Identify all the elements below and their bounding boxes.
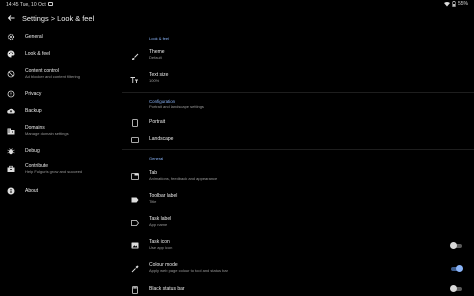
pref-task-icon[interactable]: Task icon Use app icon [122, 239, 474, 257]
bug-icon [7, 147, 15, 155]
sidebar-item-look-and-feel[interactable]: Look & feel [0, 47, 120, 63]
section-divider [122, 149, 474, 150]
label-icon [130, 195, 139, 204]
pref-title: Landscape [149, 136, 174, 142]
section-divider [122, 92, 474, 93]
pref-summary: App name [149, 222, 168, 227]
sidebar-item-backup[interactable]: Backup [0, 104, 120, 120]
toggle-thumb [450, 285, 457, 292]
wifi-icon [443, 1, 450, 6]
pref-summary: Title [149, 199, 157, 204]
pref-summary: Default [149, 55, 162, 60]
sidebar-item-subtitle: Manage domain settings [25, 131, 69, 136]
sidebar-item-label: Debug [25, 148, 40, 154]
pref-title: Black status bar [149, 286, 185, 292]
sidebar-item-label: About [25, 188, 39, 194]
colour-mode-toggle[interactable] [450, 265, 463, 272]
domain-icon [7, 127, 15, 135]
pref-tab[interactable]: Tab Animations, feedback and appearance [122, 170, 474, 188]
palette-icon [7, 50, 15, 58]
pref-portrait[interactable]: Portrait [122, 117, 474, 135]
toggle-thumb [456, 265, 463, 272]
task-icon-toggle[interactable] [450, 242, 463, 249]
block-icon [7, 70, 15, 78]
pref-colour-mode[interactable]: Colour mode Apply web page colour to too… [122, 262, 474, 280]
text-size-icon [130, 75, 139, 84]
sidebar-item-subtitle: Ad blocker and content filtering [25, 74, 80, 79]
phone-icon [130, 285, 139, 294]
sidebar-item-subtitle: Help Fulguris grow and succeed [25, 169, 83, 174]
app-bar: Settings > Look & feel [0, 10, 474, 28]
sidebar-item-about[interactable]: About [0, 184, 120, 200]
status-right: 55% [443, 1, 468, 7]
pref-theme[interactable]: Theme Default [122, 49, 474, 67]
gallery-notification-icon [48, 2, 53, 6]
landscape-icon [130, 135, 139, 144]
label-outline-icon [130, 218, 139, 227]
brush-icon [130, 52, 139, 61]
toggle-thumb [450, 242, 457, 249]
colorize-icon [130, 264, 139, 273]
pref-summary: 100% [149, 78, 160, 83]
section-header-look-and-feel: Look & feel [149, 36, 170, 41]
pref-toolbar-label[interactable]: Toolbar label Title [122, 193, 474, 211]
pref-summary: Portrait and landscape settings [149, 104, 204, 109]
sidebar-item-debug[interactable]: Debug [0, 144, 120, 160]
portrait-icon [130, 118, 139, 127]
section-header-general: General [149, 156, 164, 161]
pref-task-label[interactable]: Task label App name [122, 216, 474, 234]
pref-summary: Apply web page colour to tool and status… [149, 268, 228, 273]
status-time: 14:45 Tue, 10 Oct [6, 2, 46, 8]
sidebar-item-domains[interactable]: Domains Manage domain settings [0, 123, 120, 141]
back-button[interactable] [6, 12, 16, 24]
tab-icon [130, 172, 139, 181]
pref-summary: Use app icon [149, 245, 173, 250]
sidebar-item-label: Privacy [25, 91, 42, 97]
arrow-back-icon [7, 15, 15, 21]
info-icon [7, 187, 15, 195]
sidebar-item-privacy[interactable]: Privacy [0, 87, 120, 103]
sidebar-item-contribute[interactable]: Contribute Help Fulguris grow and succee… [0, 161, 120, 179]
pref-configuration[interactable]: Configuration Portrait and landscape set… [122, 99, 474, 117]
page-title: Settings > Look & feel [22, 14, 95, 23]
sidebar-item-general[interactable]: General [0, 30, 120, 46]
pref-black-status-bar[interactable]: Black status bar [122, 284, 474, 296]
battery-icon [452, 1, 456, 7]
cloud-upload-icon [7, 107, 15, 115]
image-icon [130, 241, 139, 250]
sidebar-item-label: Look & feel [25, 51, 51, 57]
gear-icon [7, 33, 15, 41]
sidebar-item-label: Backup [25, 108, 42, 114]
battery-percentage: 55% [457, 1, 468, 7]
pref-summary: Animations, feedback and appearance [149, 176, 218, 181]
sidebar-item-label: General [25, 34, 43, 40]
pref-title: Portrait [149, 119, 166, 125]
status-bar: 14:45 Tue, 10 Oct 55% [0, 0, 474, 10]
preferences-list: Look & feel Theme Default Text size 100%… [122, 30, 474, 296]
black-status-bar-toggle[interactable] [450, 285, 463, 292]
pref-text-size[interactable]: Text size 100% [122, 72, 474, 90]
sidebar-item-content-control[interactable]: Content control Ad blocker and content f… [0, 66, 120, 84]
privacy-icon [7, 90, 15, 98]
toolbox-icon [7, 165, 15, 173]
